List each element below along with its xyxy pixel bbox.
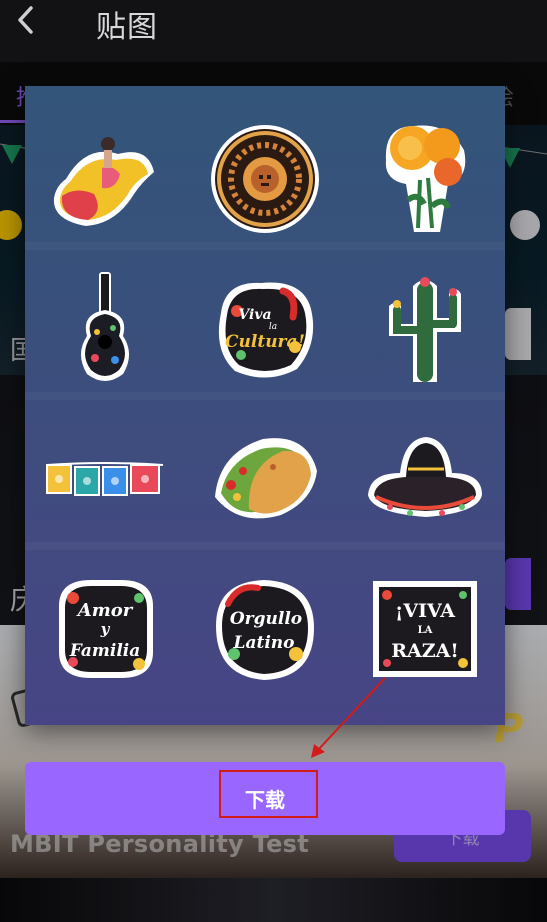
cactus-icon — [389, 277, 461, 382]
sombrero-icon — [368, 437, 482, 517]
sombrero-sticker[interactable] — [345, 404, 505, 554]
svg-text:Cultura!: Cultura! — [225, 332, 305, 352]
marigold-icon — [385, 125, 466, 232]
viva-la-raza-icon: ¡VIVA LA RAZA! — [373, 581, 477, 677]
viva-la-cultura-sticker[interactable]: Viva la Cultura! — [185, 254, 345, 404]
taco-icon — [215, 438, 317, 519]
flamenco-dancer-icon — [53, 137, 155, 226]
folk-guitar-sticker[interactable] — [25, 254, 185, 404]
svg-text:Viva: Viva — [238, 307, 271, 323]
svg-text:Amor: Amor — [76, 600, 134, 621]
svg-text:RAZA!: RAZA! — [391, 640, 458, 662]
sun-calendar-icon — [211, 125, 319, 233]
svg-text:la: la — [269, 322, 277, 332]
papel-picado-icon — [46, 462, 164, 496]
amor-y-familia-icon: Amor y Familia — [59, 580, 153, 678]
svg-text:y: y — [100, 620, 111, 638]
orgullo-latino-sticker[interactable]: Orgullo Latino — [185, 554, 345, 704]
taco-sticker[interactable] — [185, 404, 345, 554]
flamenco-dancer-sticker[interactable] — [25, 104, 185, 254]
saguaro-cactus-sticker[interactable] — [345, 254, 505, 404]
amor-y-familia-sticker[interactable]: Amor y Familia — [25, 554, 185, 704]
download-button-label: 下载 — [245, 788, 285, 812]
chevron-left-icon — [18, 6, 33, 34]
aztec-sun-calendar-sticker[interactable] — [185, 104, 345, 254]
marigold-bouquet-sticker[interactable] — [345, 104, 505, 254]
svg-text:LA: LA — [418, 625, 433, 636]
guitar-icon — [81, 272, 129, 381]
papel-picado-banner-sticker[interactable] — [25, 404, 185, 554]
top-bar: 贴图 — [0, 0, 547, 62]
page-title: 贴图 — [96, 10, 158, 45]
viva-la-cultura-icon: Viva la Cultura! — [218, 282, 314, 378]
svg-text:Orgullo: Orgullo — [230, 609, 302, 629]
svg-text:¡VIVA: ¡VIVA — [395, 600, 455, 622]
back-button[interactable] — [8, 2, 44, 38]
viva-la-raza-sticker[interactable]: ¡VIVA LA RAZA! — [345, 554, 505, 704]
svg-text:Familia: Familia — [69, 641, 141, 661]
sticker-preview-panel: Viva la Cultura! Amor y Familia Orgullo … — [25, 86, 505, 725]
orgullo-latino-icon: Orgullo Latino — [216, 580, 314, 680]
svg-text:Latino: Latino — [233, 633, 295, 653]
download-button[interactable]: 下载 — [25, 762, 505, 835]
